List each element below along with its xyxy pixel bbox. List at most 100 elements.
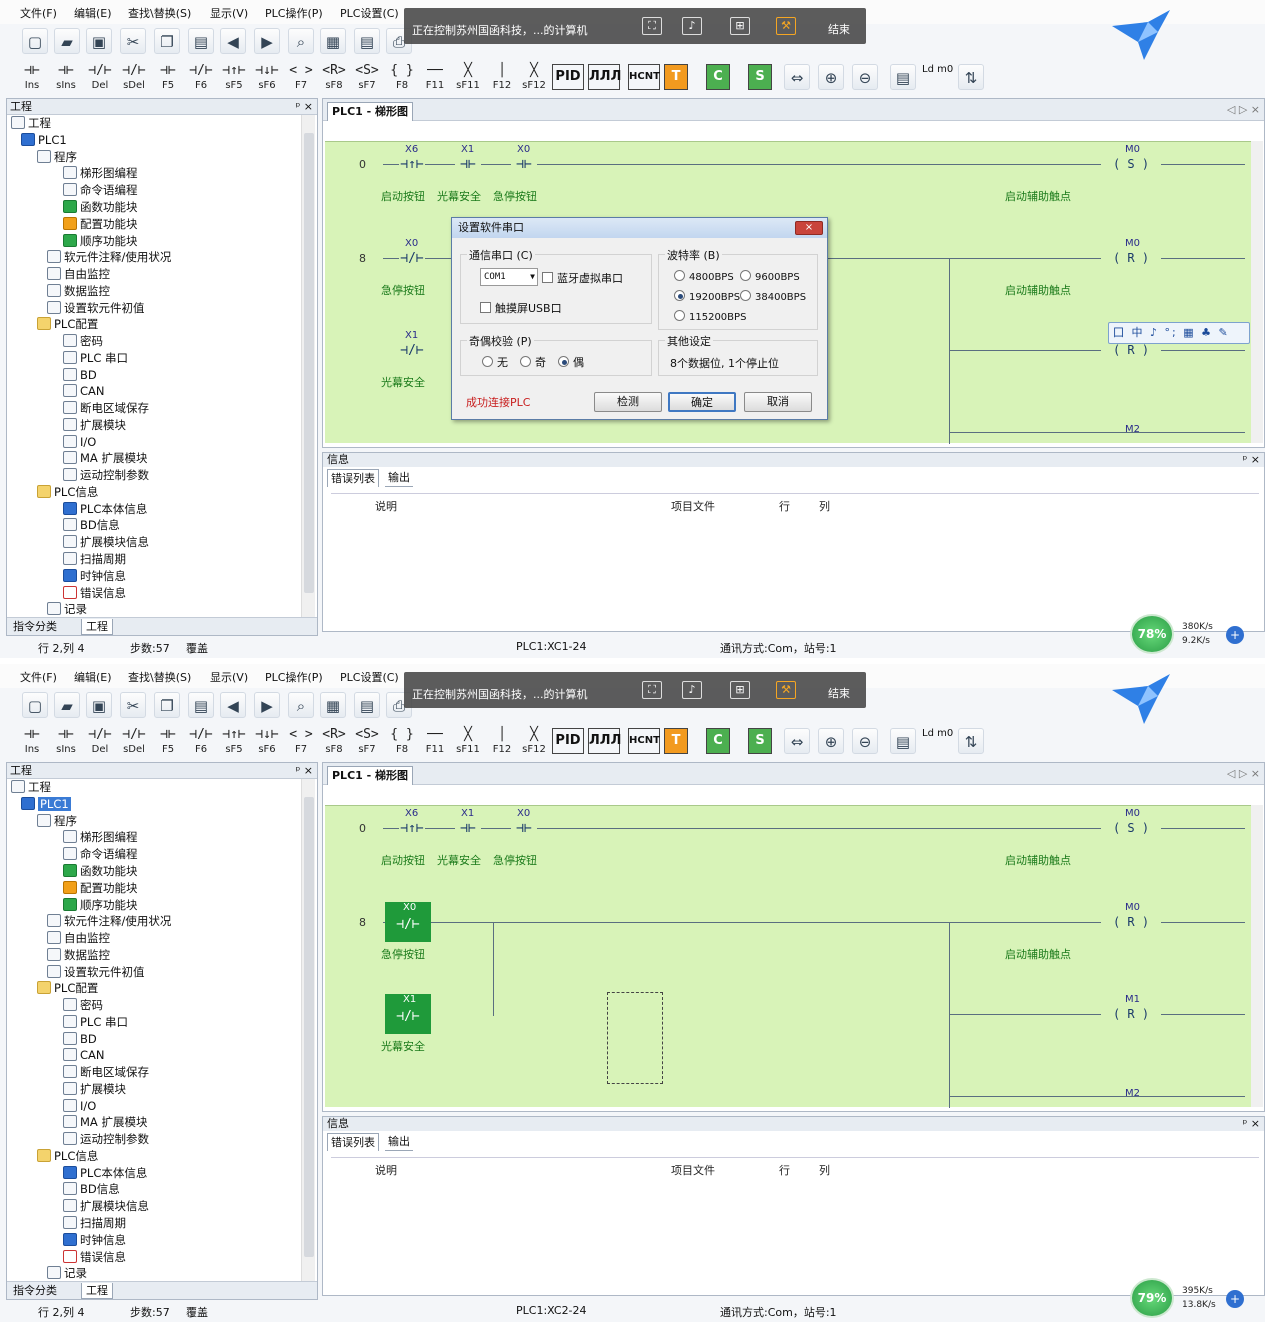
coil-reset-m1[interactable]: ( R ) <box>1101 1006 1161 1022</box>
ld-key-sf7[interactable]: <S> sF7 <box>351 62 383 94</box>
ok-button[interactable]: 确定 <box>668 392 736 412</box>
info-pin-close-icon[interactable]: ᵖ × <box>1243 453 1260 466</box>
column-description[interactable]: 说明 <box>375 1162 397 1178</box>
tree-item-free-monitor[interactable]: 自由监控 <box>47 266 110 283</box>
contact-x0[interactable]: ⊣⊢ <box>511 820 537 838</box>
zoom-out-icon[interactable]: ⊖ <box>852 728 878 754</box>
ld-key-f8[interactable]: { } F8 <box>386 726 418 758</box>
monitor-icon[interactable]: ▦ <box>320 692 346 718</box>
info-pin-close-icon[interactable]: ᵖ × <box>1243 1117 1260 1130</box>
remote-end-button[interactable]: 结束 <box>828 685 850 701</box>
tree-item-ladder[interactable]: 梯形图编程 <box>63 829 138 846</box>
ld-key-f6[interactable]: ⊣/⊢ F6 <box>185 62 217 94</box>
tree-item-motion-params[interactable]: 运动控制参数 <box>63 467 149 484</box>
ld-key-sf12[interactable]: ╳ sF12 <box>518 62 550 94</box>
fullscreen-icon[interactable]: ⛶ <box>642 681 662 699</box>
counter-button[interactable]: C <box>706 728 730 754</box>
back-arrow-icon[interactable]: ◀ <box>220 28 246 54</box>
ld-key-sf6[interactable]: ⊣↓⊢ sF6 <box>251 726 283 758</box>
tree-item-command[interactable]: 命令语编程 <box>63 182 138 199</box>
panel-pin-close-icon[interactable]: ᵖ × <box>296 99 313 114</box>
tree-item-plc-config[interactable]: PLC配置 <box>37 316 98 333</box>
ld-key-f7[interactable]: < > F7 <box>285 726 317 758</box>
tree-item-can[interactable]: CAN <box>63 383 105 400</box>
ld-key-del[interactable]: ⊣/⊢ Del <box>84 62 116 94</box>
contact-x6[interactable]: ⊣↑⊢ <box>399 820 425 838</box>
ld-key-sf5[interactable]: ⊣↑⊢ sF5 <box>218 726 250 758</box>
tab-error-list[interactable]: 错误列表 <box>327 1133 379 1151</box>
column-row[interactable]: 行 <box>779 498 790 514</box>
editor-scrollbar[interactable] <box>1251 805 1263 1107</box>
coil-set-m0[interactable]: ( S ) <box>1101 156 1161 172</box>
ld-key-sf12[interactable]: ╳ sF12 <box>518 726 550 758</box>
menu-edit[interactable]: 编辑(E) <box>74 669 112 685</box>
column-project-file[interactable]: 项目文件 <box>671 498 715 514</box>
tree-item-scan-cycle[interactable]: 扫描周期 <box>63 1215 126 1232</box>
tab-instruction-category[interactable]: 指令分类 <box>9 1283 61 1299</box>
hcnt-button[interactable]: HCNT <box>628 64 660 90</box>
menu-plc-operation[interactable]: PLC操作(P) <box>265 5 323 21</box>
tree-item-plc-info[interactable]: PLC信息 <box>37 1148 98 1165</box>
tree-item-plc-body-info[interactable]: PLC本体信息 <box>63 1165 147 1182</box>
coil-reset-m0[interactable]: ( R ) <box>1101 914 1161 930</box>
tree-item-password[interactable]: 密码 <box>63 333 103 350</box>
tree-item-function-block[interactable]: 函数功能块 <box>63 863 138 880</box>
timer-button[interactable]: T <box>664 64 688 90</box>
tree-item-initial-values[interactable]: 设置软元件初值 <box>47 964 145 981</box>
ld-key-f5[interactable]: ⊣⊢ F5 <box>152 726 184 758</box>
forward-arrow-icon[interactable]: ▶ <box>254 692 280 718</box>
tree-item-expansion-info[interactable]: 扩展模块信息 <box>63 534 149 551</box>
sound-icon[interactable]: ♪ <box>682 17 702 35</box>
tree-item-can[interactable]: CAN <box>63 1047 105 1064</box>
parity-odd-radio[interactable]: 奇 <box>520 354 546 370</box>
tree-item-io[interactable]: I/O <box>63 434 96 451</box>
editor-tab-controls[interactable]: ◁ ▷ × <box>1227 103 1260 116</box>
tree-scrollbar[interactable] <box>301 115 315 617</box>
tree-item-plc-info[interactable]: PLC信息 <box>37 484 98 501</box>
tab-output[interactable]: 输出 <box>385 1133 413 1151</box>
back-arrow-icon[interactable]: ◀ <box>220 692 246 718</box>
tree-item-data-monitor[interactable]: 数据监控 <box>47 947 110 964</box>
menu-find-replace[interactable]: 查找\替换(S) <box>128 5 191 21</box>
tree-item-function-block[interactable]: 函数功能块 <box>63 199 138 216</box>
ladder-canvas[interactable]: 0 X6 ⊣↑⊢ X1 ⊣⊢ X0 ⊣⊢ M0 ( S ) 启动按钮 光幕安全 … <box>325 805 1255 1108</box>
zoom-in-icon[interactable]: ⊕ <box>818 64 844 90</box>
pid-button[interactable]: PID <box>552 728 584 754</box>
connect-icon[interactable]: ⇔ <box>784 64 810 90</box>
tree-item-bd-info[interactable]: BD信息 <box>63 517 120 534</box>
tree-item-expansion-info[interactable]: 扩展模块信息 <box>63 1198 149 1215</box>
tree-item-motion-params[interactable]: 运动控制参数 <box>63 1131 149 1148</box>
tree-item-scan-cycle[interactable]: 扫描周期 <box>63 551 126 568</box>
editor-tab-controls[interactable]: ◁ ▷ × <box>1227 767 1260 780</box>
ld-key-sf5[interactable]: ⊣↑⊢ sF5 <box>218 62 250 94</box>
ld-key-sdel[interactable]: ⊣/⊢ sDel <box>118 726 150 758</box>
tree-item-bd[interactable]: BD <box>63 1031 97 1048</box>
column-row[interactable]: 行 <box>779 1162 790 1178</box>
resize-icon[interactable]: ⊞ <box>730 17 750 35</box>
baud-19200-radio[interactable]: 19200BPS <box>674 290 740 303</box>
counter-button[interactable]: C <box>706 64 730 90</box>
copy-icon[interactable]: ❐ <box>154 28 180 54</box>
ld-key-sdel[interactable]: ⊣/⊢ sDel <box>118 62 150 94</box>
tree-item-plc-serial[interactable]: PLC 串口 <box>63 350 128 367</box>
ld-key-sf11[interactable]: ╳ sF11 <box>452 62 484 94</box>
ladder-view-icon[interactable]: ▤ <box>354 692 380 718</box>
tool-icon[interactable]: ⚒ <box>776 681 796 699</box>
transfer-icon[interactable]: ⇅ <box>958 64 984 90</box>
resize-icon[interactable]: ⊞ <box>730 681 750 699</box>
tree-item-plc1[interactable]: PLC1 <box>21 132 67 149</box>
tab-instruction-category[interactable]: 指令分类 <box>9 619 61 635</box>
port-select[interactable]: COM1 ▼ <box>480 268 538 286</box>
tree-item-plc1[interactable]: PLC1 <box>21 796 71 813</box>
sequence-button[interactable]: S <box>748 728 772 754</box>
pulse-button[interactable]: ЛЛЛ <box>588 64 621 90</box>
tree-item-free-monitor[interactable]: 自由监控 <box>47 930 110 947</box>
ld-key-f12[interactable]: │ F12 <box>486 726 518 758</box>
tree-item-plc-body-info[interactable]: PLC本体信息 <box>63 501 147 518</box>
ld-key-f8[interactable]: { } F8 <box>386 62 418 94</box>
ld-key-f11[interactable]: ── F11 <box>419 62 451 94</box>
menu-plc-operation[interactable]: PLC操作(P) <box>265 669 323 685</box>
copy-icon[interactable]: ❐ <box>154 692 180 718</box>
instruction-list-icon[interactable]: ▤ <box>890 64 916 90</box>
bluetooth-checkbox[interactable]: 蓝牙虚拟串口 <box>542 270 623 286</box>
